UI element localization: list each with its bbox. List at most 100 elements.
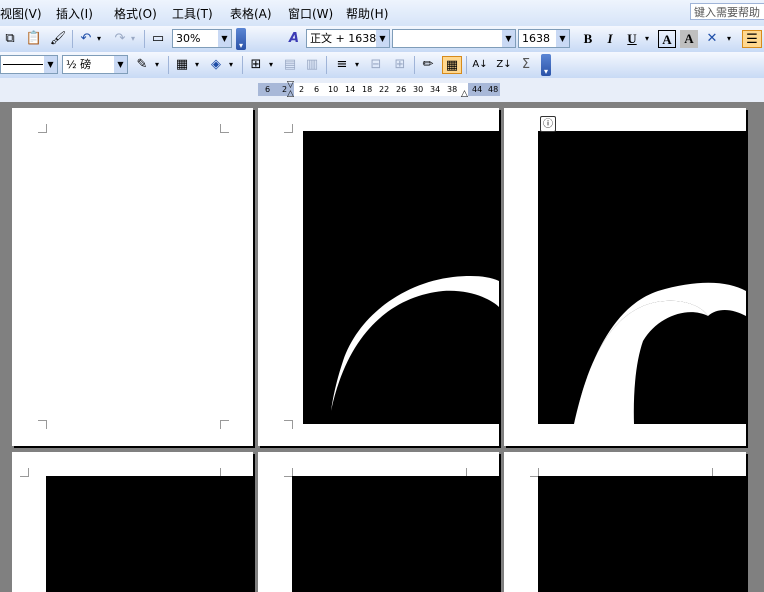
left-indent-marker[interactable]: △ (287, 89, 294, 99)
borders-dropdown-icon[interactable]: ▾ (192, 56, 202, 74)
insert-table-icon[interactable]: ⊞ (246, 56, 266, 74)
font-size-value: 1638 (522, 32, 550, 45)
image-shape[interactable] (538, 476, 746, 592)
info-icon[interactable]: ⓘ (540, 116, 556, 132)
autosum-icon[interactable]: Σ (516, 56, 536, 74)
menu-insert[interactable]: 插入(I) (56, 5, 93, 22)
chevron-down-icon: ▼ (44, 56, 57, 73)
page-4[interactable] (12, 452, 253, 592)
image-shape[interactable] (538, 131, 746, 424)
corner-mark (38, 420, 47, 429)
merge-cells-icon[interactable]: ▤ (280, 56, 300, 74)
ruler-tick-label: 30 (413, 85, 424, 94)
chevron-down-icon: ▼ (114, 56, 127, 73)
sort-ascending-icon[interactable]: A↓ (470, 56, 490, 74)
redo-dropdown-icon[interactable]: ▾ (128, 30, 138, 48)
line-style-select[interactable]: ▼ (0, 55, 58, 74)
border-color-dropdown-icon[interactable]: ▾ (152, 56, 162, 74)
ruler-tick-label: 14 (345, 85, 356, 94)
redo-icon[interactable]: ↷ (110, 30, 130, 48)
font-select[interactable]: ▼ (392, 29, 516, 48)
borders-icon[interactable]: ▦ (172, 56, 192, 74)
menu-tools[interactable]: 工具(T) (172, 5, 213, 22)
format-painter-icon[interactable]: 🖌 (48, 30, 68, 48)
show-gridlines-icon[interactable]: ▦ (442, 56, 462, 74)
menu-table[interactable]: 表格(A) (230, 5, 272, 22)
split-cells-icon[interactable]: ▥ (302, 56, 322, 74)
menu-help[interactable]: 帮助(H) (346, 5, 388, 22)
corner-mark (284, 124, 293, 133)
bold-button[interactable]: B (578, 30, 598, 48)
undo-dropdown-icon[interactable]: ▾ (94, 30, 104, 48)
chevron-down-icon: ▼ (218, 30, 231, 47)
toolbar-separator (242, 56, 243, 74)
paste-icon[interactable]: 📋 (24, 30, 44, 48)
table-autoformat-icon[interactable]: ✏ (418, 56, 438, 74)
insert-table-dropdown-icon[interactable]: ▾ (266, 56, 276, 74)
underline-dropdown-icon[interactable]: ▾ (642, 30, 652, 48)
border-color-icon[interactable]: ✎ (132, 56, 152, 74)
italic-button[interactable]: I (600, 30, 620, 48)
page-6[interactable] (504, 452, 746, 592)
shading-color-icon[interactable]: ◈ (206, 56, 226, 74)
shading-dropdown-icon[interactable]: ▾ (226, 56, 236, 74)
distribute-rows-icon[interactable]: ⊟ (366, 56, 386, 74)
char-shading-button[interactable]: A (680, 30, 698, 48)
ruler-tick-label: 26 (396, 85, 407, 94)
toolbar-separator (72, 30, 73, 48)
toolbar-options-icon[interactable]: ▾ (541, 54, 551, 76)
copy-icon[interactable]: ⧉ (0, 30, 20, 48)
align-left-icon[interactable]: ☰ (742, 30, 762, 48)
underline-button[interactable]: U (622, 30, 642, 48)
zoom-value: 30% (176, 32, 201, 45)
chevron-down-icon: ▼ (502, 30, 515, 47)
ruler-tick-label: 2 (299, 85, 305, 94)
sort-descending-icon[interactable]: Z↓ (494, 56, 514, 74)
styles-pane-icon[interactable]: A (284, 30, 304, 48)
toolbar-separator (144, 30, 145, 48)
page-5[interactable] (258, 452, 499, 592)
read-layout-icon[interactable]: ▭ (148, 30, 168, 48)
style-value: 正文 + 1638 (310, 32, 377, 45)
line-style-preview (3, 64, 43, 65)
document-canvas[interactable]: ⓘ (0, 102, 764, 592)
zoom-select[interactable]: 30% ▼ (172, 29, 232, 48)
ruler-tick-label: 6 (314, 85, 320, 94)
align-cell-dropdown-icon[interactable]: ▾ (352, 56, 362, 74)
tables-borders-toolbar: ▼ ½ 磅 ▼ ✎ ▾ ▦ ▾ ◈ ▾ ⊞ ▾ ▤ ▥ ≡ ▾ ⊟ ⊞ ✏ ▦ … (0, 52, 764, 79)
distribute-columns-icon[interactable]: ⊞ (390, 56, 410, 74)
style-select[interactable]: 正文 + 1638 ▼ (306, 29, 390, 48)
page-2[interactable] (258, 108, 499, 446)
image-shape[interactable] (292, 476, 499, 592)
line-weight-value: ½ 磅 (66, 58, 92, 71)
char-scale-dropdown-icon[interactable]: ▾ (724, 30, 734, 48)
ruler-tick-label: 34 (430, 85, 441, 94)
ruler-tick-label: 48 (488, 85, 499, 94)
line-weight-select[interactable]: ½ 磅 ▼ (62, 55, 128, 74)
char-scale-icon[interactable]: ✕ (702, 30, 722, 48)
toolbar-separator (168, 56, 169, 74)
right-indent-marker[interactable]: △ (461, 89, 468, 99)
menu-window[interactable]: 窗口(W) (288, 5, 333, 22)
toolbar-separator (326, 56, 327, 74)
page-1[interactable] (12, 108, 253, 446)
undo-icon[interactable]: ↶ (76, 30, 96, 48)
image-shape[interactable] (46, 476, 253, 592)
char-border-button[interactable]: A (658, 30, 676, 48)
corner-mark (220, 124, 229, 133)
align-cell-icon[interactable]: ≡ (332, 56, 352, 74)
menu-view[interactable]: 视图(V) (0, 5, 42, 22)
ruler-tick-label: 38 (447, 85, 458, 94)
help-search-input[interactable]: 键入需要帮助 (690, 3, 764, 20)
page-3[interactable]: ⓘ (504, 108, 746, 446)
font-size-select[interactable]: 1638 ▼ (518, 29, 570, 48)
menu-bar: 视图(V) 插入(I) 格式(O) 工具(T) 表格(A) 窗口(W) 帮助(H… (0, 0, 764, 27)
white-arc-shape (574, 282, 746, 424)
menu-format[interactable]: 格式(O) (114, 5, 157, 22)
toolbar-separator (414, 56, 415, 74)
corner-mark (284, 420, 293, 429)
horizontal-ruler[interactable]: 6 2 2 6 10 14 18 22 26 30 34 38 44 48 ▽ … (258, 80, 500, 99)
image-shape[interactable] (303, 131, 499, 424)
toolbar-options-icon[interactable]: ▾ (236, 28, 246, 50)
white-arc-shape (331, 276, 499, 411)
